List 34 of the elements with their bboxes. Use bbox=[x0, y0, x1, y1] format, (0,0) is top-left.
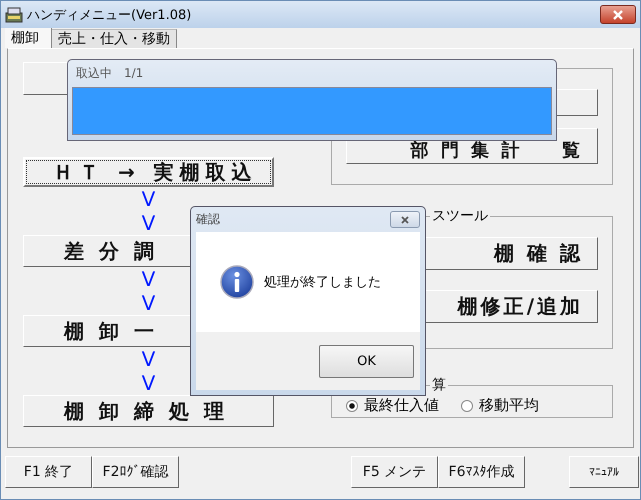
menu-button[interactable]: ＨＴ → 実棚取込 bbox=[23, 157, 274, 187]
down-chevron: V bbox=[140, 211, 156, 235]
radio-label: 最終仕入値 bbox=[364, 396, 439, 415]
radio-option[interactable]: 移動平均 bbox=[461, 396, 539, 415]
down-chevron: V bbox=[140, 291, 156, 315]
radio-button[interactable] bbox=[461, 400, 473, 412]
dialog-message: 処理が終了しました bbox=[264, 274, 381, 291]
function-key-button[interactable]: F1 終了 bbox=[5, 456, 92, 488]
function-key-button[interactable]: F5 メンテ bbox=[351, 456, 438, 488]
tab[interactable]: 棚卸 bbox=[5, 28, 52, 48]
close-button[interactable] bbox=[390, 211, 420, 228]
close-icon bbox=[611, 8, 625, 20]
function-key-button[interactable]: F6ﾏｽﾀ作成 bbox=[438, 456, 525, 488]
ok-button[interactable]: OK bbox=[319, 344, 414, 378]
group-label: 算 bbox=[431, 376, 447, 394]
function-key-button[interactable]: F2ﾛｸﾞ確認 bbox=[92, 456, 179, 488]
down-chevron: V bbox=[140, 347, 156, 371]
progress-title: 取込中 1/1 bbox=[76, 66, 144, 80]
app-icon bbox=[5, 6, 23, 22]
dialog-title: 確認 bbox=[196, 211, 220, 228]
close-button[interactable] bbox=[600, 5, 636, 24]
down-chevron: V bbox=[140, 371, 156, 395]
menu-button[interactable]: 棚 卸 締 処 理 bbox=[23, 395, 274, 427]
radio-label: 移動平均 bbox=[479, 396, 539, 415]
group-label: スツール bbox=[431, 207, 489, 225]
radio-option[interactable]: 最終仕入値 bbox=[346, 396, 439, 415]
down-chevron: V bbox=[140, 267, 156, 291]
down-chevron: V bbox=[140, 187, 156, 211]
radio-button[interactable] bbox=[346, 400, 358, 412]
close-icon bbox=[399, 214, 411, 224]
window-title: ハンディメニュー(Ver1.08) bbox=[27, 6, 192, 24]
function-key-button[interactable]: ﾏﾆｭｱﾙ bbox=[569, 456, 639, 488]
info-icon bbox=[220, 265, 254, 299]
tab[interactable]: 売上・仕入・移動 bbox=[52, 29, 177, 48]
